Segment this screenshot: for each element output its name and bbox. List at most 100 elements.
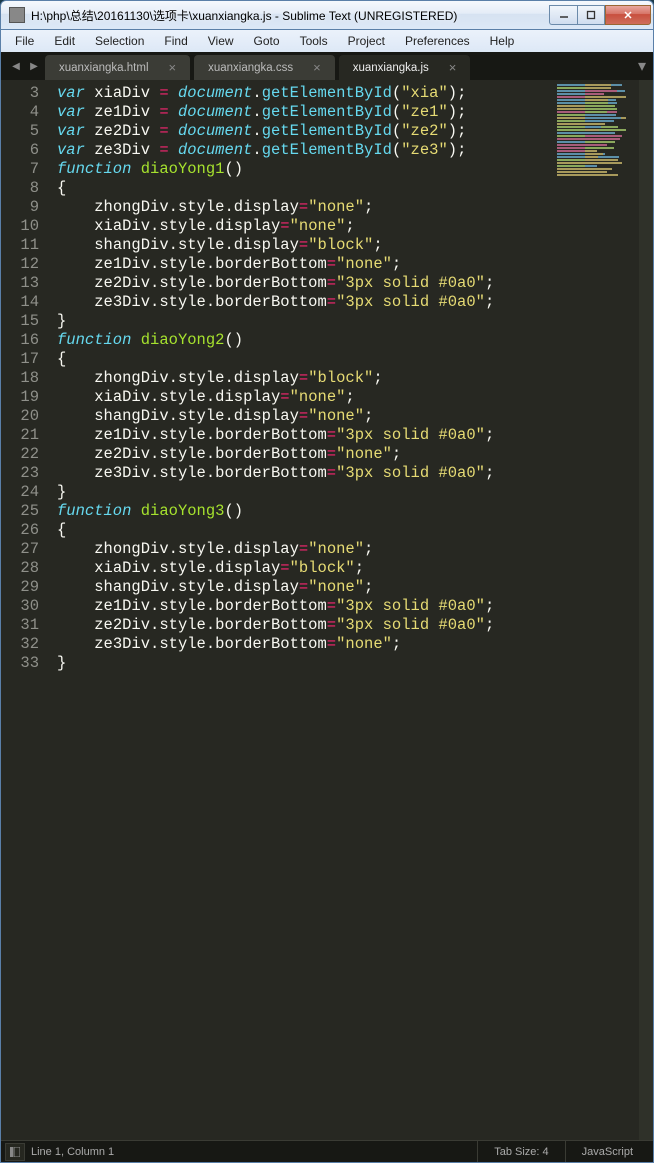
line-number: 26 [1, 521, 39, 540]
window-title: H:\php\总结\20161130\选项卡\xuanxiangka.js - … [31, 7, 549, 24]
minimap-line [585, 99, 608, 101]
code-line[interactable]: xiaDiv.style.display="block"; [57, 559, 553, 578]
line-number: 5 [1, 122, 39, 141]
tab-close-icon[interactable]: × [313, 60, 321, 75]
line-number: 4 [1, 103, 39, 122]
code-editor[interactable]: 3456789101112131415161718192021222324252… [1, 80, 653, 1140]
code-line[interactable]: { [57, 350, 553, 369]
tab-next-icon[interactable]: ▶ [25, 52, 43, 80]
code-line[interactable]: ze1Div.style.borderBottom="3px solid #0a… [57, 597, 553, 616]
code-line[interactable]: ze3Div.style.borderBottom="3px solid #0a… [57, 293, 553, 312]
status-bar: Line 1, Column 1 Tab Size: 4 JavaScript [1, 1140, 653, 1162]
minimap-line [585, 120, 614, 122]
sidebar-toggle-icon[interactable] [5, 1143, 25, 1161]
minimap-line [585, 147, 614, 149]
code-line[interactable]: shangDiv.style.display="block"; [57, 236, 553, 255]
menu-item-edit[interactable]: Edit [44, 32, 85, 50]
minimap-line [585, 114, 616, 116]
code-line[interactable]: ze1Div.style.borderBottom="none"; [57, 255, 553, 274]
line-number: 18 [1, 369, 39, 388]
minimap-line [585, 135, 622, 137]
line-number: 10 [1, 217, 39, 236]
code-line[interactable]: { [57, 521, 553, 540]
menu-item-tools[interactable]: Tools [290, 32, 338, 50]
tab-close-icon[interactable]: × [169, 60, 177, 75]
minimap[interactable] [553, 80, 639, 1140]
code-line[interactable]: zhongDiv.style.display="none"; [57, 198, 553, 217]
minimap-line [585, 165, 597, 167]
code-line[interactable]: zhongDiv.style.display="block"; [57, 369, 553, 388]
code-line[interactable]: } [57, 312, 553, 331]
code-line[interactable]: function diaoYong2() [57, 331, 553, 350]
code-line[interactable]: xiaDiv.style.display="none"; [57, 388, 553, 407]
minimap-line [585, 102, 608, 104]
code-line[interactable]: zhongDiv.style.display="none"; [57, 540, 553, 559]
code-line[interactable]: { [57, 179, 553, 198]
line-number: 25 [1, 502, 39, 521]
minimap-line [585, 153, 603, 155]
code-line[interactable]: function diaoYong3() [57, 502, 553, 521]
line-number-gutter: 3456789101112131415161718192021222324252… [1, 80, 51, 1140]
editor-area: ◀ ▶ xuanxiangka.html×xuanxiangka.css×xua… [0, 52, 654, 1163]
line-number: 27 [1, 540, 39, 559]
code-line[interactable]: ze3Div.style.borderBottom="3px solid #0a… [57, 464, 553, 483]
menu-item-goto[interactable]: Goto [244, 32, 290, 50]
menu-item-selection[interactable]: Selection [85, 32, 154, 50]
line-number: 20 [1, 407, 39, 426]
minimap-line [585, 84, 611, 86]
line-number: 9 [1, 198, 39, 217]
minimap-line [557, 165, 589, 167]
code-content[interactable]: var xiaDiv = document.getElementById("xi… [51, 80, 553, 1140]
code-line[interactable]: ze3Div.style.borderBottom="none"; [57, 635, 553, 654]
minimap-line [585, 141, 615, 143]
line-number: 11 [1, 236, 39, 255]
menu-item-preferences[interactable]: Preferences [395, 32, 480, 50]
code-line[interactable]: var ze2Div = document.getElementById("ze… [57, 122, 553, 141]
minimize-button[interactable] [549, 5, 577, 25]
code-line[interactable]: xiaDiv.style.display="none"; [57, 217, 553, 236]
menu-item-file[interactable]: File [5, 32, 44, 50]
code-line[interactable]: ze2Div.style.borderBottom="3px solid #0a… [57, 616, 553, 635]
code-line[interactable]: } [57, 483, 553, 502]
line-number: 33 [1, 654, 39, 673]
minimap-line [585, 132, 600, 134]
minimap-line [585, 105, 615, 107]
menu-item-find[interactable]: Find [154, 32, 197, 50]
code-line[interactable]: var ze3Div = document.getElementById("ze… [57, 141, 553, 160]
line-number: 28 [1, 559, 39, 578]
tab-prev-icon[interactable]: ◀ [7, 52, 25, 80]
code-line[interactable]: ze2Div.style.borderBottom="3px solid #0a… [57, 274, 553, 293]
vertical-scrollbar[interactable] [639, 80, 653, 1140]
code-line[interactable]: var ze1Div = document.getElementById("ze… [57, 103, 553, 122]
code-line[interactable]: } [57, 654, 553, 673]
tab-size-button[interactable]: Tab Size: 4 [477, 1141, 564, 1162]
tab-close-icon[interactable]: × [449, 60, 457, 75]
menu-item-project[interactable]: Project [338, 32, 395, 50]
tab-xuanxiangka-css[interactable]: xuanxiangka.css× [194, 55, 335, 80]
menu-item-help[interactable]: Help [480, 32, 525, 50]
minimap-line [585, 144, 600, 146]
code-line[interactable]: ze1Div.style.borderBottom="3px solid #0a… [57, 426, 553, 445]
line-number: 15 [1, 312, 39, 331]
code-line[interactable]: shangDiv.style.display="none"; [57, 578, 553, 597]
maximize-button[interactable] [577, 5, 605, 25]
menu-item-view[interactable]: View [198, 32, 244, 50]
code-line[interactable]: function diaoYong1() [57, 160, 553, 179]
code-line[interactable]: var xiaDiv = document.getElementById("xi… [57, 84, 553, 103]
minimap-line [585, 162, 622, 164]
syntax-button[interactable]: JavaScript [565, 1141, 649, 1162]
tab-xuanxiangka-html[interactable]: xuanxiangka.html× [45, 55, 190, 80]
line-number: 29 [1, 578, 39, 597]
minimap-line [585, 93, 604, 95]
tab-xuanxiangka-js[interactable]: xuanxiangka.js× [339, 55, 471, 80]
window-title-bar[interactable]: H:\php\总结\20161130\选项卡\xuanxiangka.js - … [0, 0, 654, 30]
line-number: 31 [1, 616, 39, 635]
code-line[interactable]: ze2Div.style.borderBottom="none"; [57, 445, 553, 464]
close-button[interactable] [605, 5, 651, 25]
minimap-line [585, 168, 603, 170]
tab-overflow-icon[interactable]: ▾ [631, 52, 653, 80]
cursor-position: Line 1, Column 1 [31, 1146, 114, 1158]
line-number: 24 [1, 483, 39, 502]
code-line[interactable]: shangDiv.style.display="none"; [57, 407, 553, 426]
tab-bar: ◀ ▶ xuanxiangka.html×xuanxiangka.css×xua… [1, 52, 653, 80]
